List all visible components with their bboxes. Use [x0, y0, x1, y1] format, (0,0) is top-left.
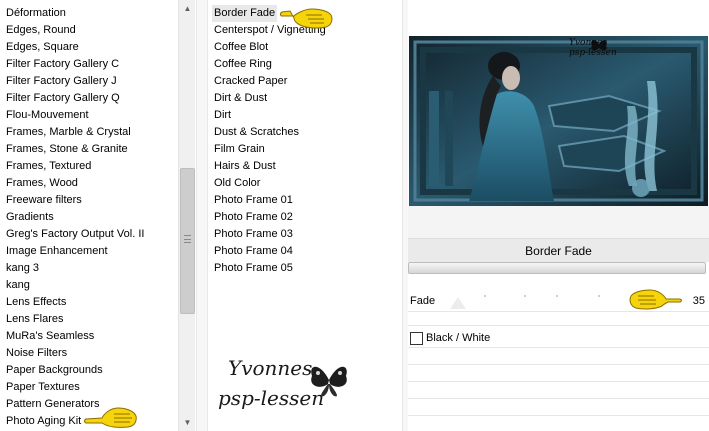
- category-item[interactable]: Paper Backgrounds: [6, 362, 103, 379]
- slider-tick: [524, 295, 526, 297]
- category-item[interactable]: Edges, Round: [6, 22, 76, 39]
- fade-value[interactable]: 35: [693, 295, 705, 307]
- category-item[interactable]: Lens Effects: [6, 294, 66, 311]
- category-item[interactable]: Greg's Factory Output Vol. II: [6, 226, 144, 243]
- category-item[interactable]: Lens Flares: [6, 311, 63, 328]
- separator: [408, 381, 709, 382]
- category-item[interactable]: Filter Factory Gallery C: [6, 56, 119, 73]
- separator: [408, 415, 709, 416]
- filter-item[interactable]: Photo Frame 04: [214, 243, 293, 260]
- scroll-thumb[interactable]: [180, 168, 195, 314]
- slider-tick: [598, 295, 600, 297]
- fade-slider-thumb[interactable]: [450, 297, 466, 309]
- category-item[interactable]: Déformation: [6, 5, 66, 22]
- category-item[interactable]: Filter Factory Gallery Q: [6, 90, 120, 107]
- watermark-line1: Yvonnes: [228, 356, 313, 380]
- filter-item[interactable]: Dirt & Dust: [214, 90, 267, 107]
- black-white-row: Black / White: [408, 329, 709, 349]
- watermark: Yvonnes psp-lessen: [216, 354, 356, 416]
- category-item[interactable]: MuRa's Seamless: [6, 328, 94, 345]
- filter-item[interactable]: Cracked Paper: [214, 73, 287, 90]
- slider-tick: [556, 295, 558, 297]
- filter-item[interactable]: Photo Frame 05: [214, 260, 293, 277]
- black-white-label: Black / White: [426, 332, 491, 344]
- category-item[interactable]: Frames, Textured: [6, 158, 91, 175]
- scroll-down-icon[interactable]: ▼: [179, 414, 196, 431]
- scroll-grip-icon: [184, 235, 191, 243]
- separator: [408, 347, 709, 348]
- preview-watermark-line1: Yvonnes: [569, 38, 607, 48]
- scroll-up-icon[interactable]: ▲: [179, 0, 196, 17]
- butterfly-icon: [311, 366, 347, 397]
- category-item[interactable]: Freeware filters: [6, 192, 82, 209]
- category-scrollbar[interactable]: ▲ ▼: [178, 0, 195, 431]
- category-item[interactable]: Flou-Mouvement: [6, 107, 89, 124]
- filter-item[interactable]: Film Grain: [214, 141, 265, 158]
- progress-bar: [408, 262, 706, 274]
- category-item[interactable]: kang 3: [6, 260, 39, 277]
- category-item[interactable]: Gradients: [6, 209, 54, 226]
- category-list: Déformation Edges, Round Edges, Square Filt…: [0, 0, 178, 431]
- filter-item[interactable]: Coffee Blot: [214, 39, 268, 56]
- category-item[interactable]: kang: [6, 277, 30, 294]
- filter-item[interactable]: Hairs & Dust: [214, 158, 276, 175]
- preview-image: Yvonnes psp-lessen: [409, 36, 708, 206]
- pointing-hand-icon: [629, 289, 682, 310]
- category-item[interactable]: Filter Factory Gallery J: [6, 73, 117, 90]
- black-white-checkbox[interactable]: [410, 332, 423, 345]
- slider-tick: [484, 295, 486, 297]
- filter-item[interactable]: Dirt: [214, 107, 231, 124]
- category-item[interactable]: Photo Aging Kit: [6, 413, 81, 430]
- filter-item[interactable]: Coffee Ring: [214, 56, 272, 73]
- separator: [408, 398, 709, 399]
- preview-footer: [408, 206, 709, 238]
- separator: [408, 325, 709, 326]
- settings-panel: Yvonnes psp-lessen Border Fade Fade 35 B…: [408, 0, 709, 431]
- filter-item[interactable]: Old Color: [214, 175, 260, 192]
- filter-title-bar: Border Fade: [408, 238, 709, 262]
- category-item[interactable]: Frames, Stone & Granite: [6, 141, 128, 158]
- pointing-hand-icon: [280, 8, 333, 29]
- filter-item[interactable]: Photo Frame 01: [214, 192, 293, 209]
- filter-item[interactable]: Dust & Scratches: [214, 124, 299, 141]
- category-item[interactable]: Frames, Wood: [6, 175, 78, 192]
- category-item[interactable]: Image Enhancement: [6, 243, 108, 260]
- preview-watermark-line2: psp-lessen: [569, 48, 617, 58]
- separator: [408, 364, 709, 365]
- category-panel: Déformation Edges, Round Edges, Square Filt…: [0, 0, 196, 431]
- category-item[interactable]: Frames, Marble & Crystal: [6, 124, 131, 141]
- fade-label: Fade: [410, 295, 436, 307]
- filter-item[interactable]: Border Fade: [212, 5, 278, 22]
- category-item[interactable]: Noise Filters: [6, 345, 67, 362]
- filter-title: Border Fade: [525, 244, 592, 258]
- filter-item[interactable]: Photo Frame 03: [214, 226, 293, 243]
- category-item[interactable]: Edges, Square: [6, 39, 79, 56]
- pointing-hand-icon: [84, 407, 137, 428]
- category-item[interactable]: Paper Textures: [6, 379, 80, 396]
- panel-divider: [196, 0, 208, 431]
- filter-item[interactable]: Photo Frame 02: [214, 209, 293, 226]
- preview-artwork: [409, 36, 708, 206]
